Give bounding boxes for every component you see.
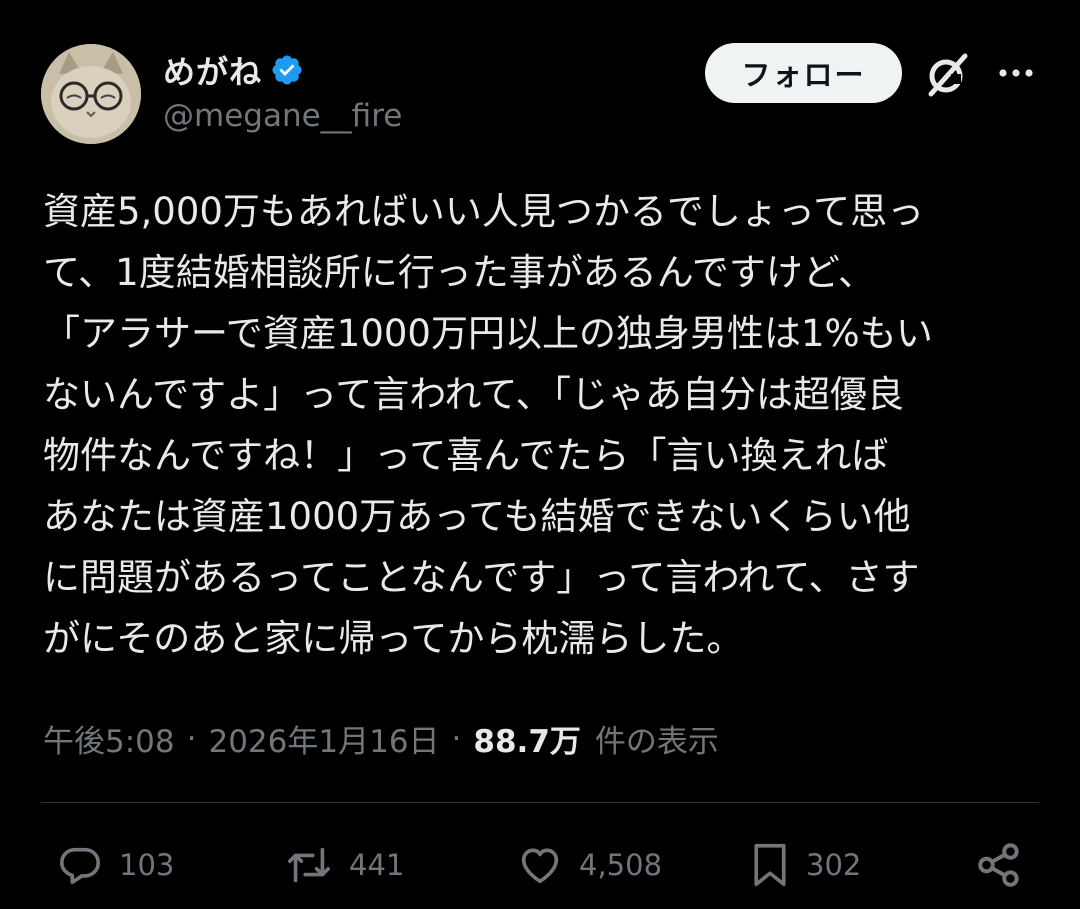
grok-icon[interactable] bbox=[921, 50, 973, 100]
share-icon bbox=[978, 843, 1019, 887]
author-name-row[interactable]: めがね bbox=[163, 47, 304, 93]
verified-badge-icon[interactable] bbox=[270, 53, 304, 87]
repost-icon bbox=[288, 847, 330, 883]
repost-button[interactable]: 441 bbox=[283, 838, 404, 892]
tweet-date[interactable]: 2026年1月16日 bbox=[208, 716, 439, 761]
tweet-text-line: 物件なんですね！」って喜んでたら「言い換えれば bbox=[43, 434, 889, 477]
tweet-text-line: 「アラサーで資産1000万円以上の独身男性は1%もい bbox=[43, 312, 933, 355]
bookmark-button[interactable]: 302 bbox=[748, 838, 861, 892]
reply-icon bbox=[59, 847, 101, 885]
divider bbox=[41, 802, 1039, 803]
meta-separator: · bbox=[451, 720, 462, 757]
views-label: 件の表示 bbox=[594, 724, 719, 760]
avatar[interactable] bbox=[41, 44, 141, 144]
like-button[interactable]: 4,508 bbox=[515, 838, 662, 892]
tweet-text-line: がにそのあと家に帰ってから枕濡らした。 bbox=[43, 617, 744, 660]
meta-separator: · bbox=[186, 720, 197, 757]
reply-button[interactable]: 103 bbox=[55, 838, 174, 892]
bookmark-count: 302 bbox=[806, 848, 862, 882]
tweet-text-line: て、1度結婚相談所に行った事があるんですけど、 bbox=[43, 251, 875, 294]
tweet-time[interactable]: 午後5:08 bbox=[43, 716, 175, 761]
follow-button[interactable]: フォロー bbox=[705, 43, 902, 103]
author-handle[interactable]: @megane__fire bbox=[163, 98, 402, 134]
author-display-name[interactable]: めがね bbox=[163, 47, 262, 93]
repost-count: 441 bbox=[349, 848, 405, 882]
views-count[interactable]: 88.7万 bbox=[473, 716, 581, 761]
tweet-text-line: に問題があるってことなんです」って言われて、さす bbox=[43, 556, 920, 599]
tweet-meta: 午後5:08 · 2026年1月16日 · 88.7万 件の表示 bbox=[43, 716, 719, 761]
bookmark-icon bbox=[754, 843, 786, 887]
cat-avatar-image bbox=[41, 44, 141, 144]
tweet-text-line: ないんですよ」って言われて、「じゃあ自分は超優良 bbox=[43, 373, 904, 416]
tweet-text-line: 資産5,000万もあればいい人見つかるでしょって思っ bbox=[43, 190, 925, 233]
more-icon[interactable] bbox=[996, 56, 1036, 90]
heart-icon bbox=[521, 848, 559, 884]
tweet-text: 資産5,000万もあればいい人見つかるでしょって思っ て、1度結婚相談所に行った… bbox=[43, 181, 1043, 669]
like-count: 4,508 bbox=[579, 848, 663, 882]
tweet-text-line: あなたは資産1000万あっても結婚できないくらい他 bbox=[43, 495, 911, 538]
reply-count: 103 bbox=[119, 848, 175, 882]
share-button[interactable] bbox=[974, 838, 1024, 892]
